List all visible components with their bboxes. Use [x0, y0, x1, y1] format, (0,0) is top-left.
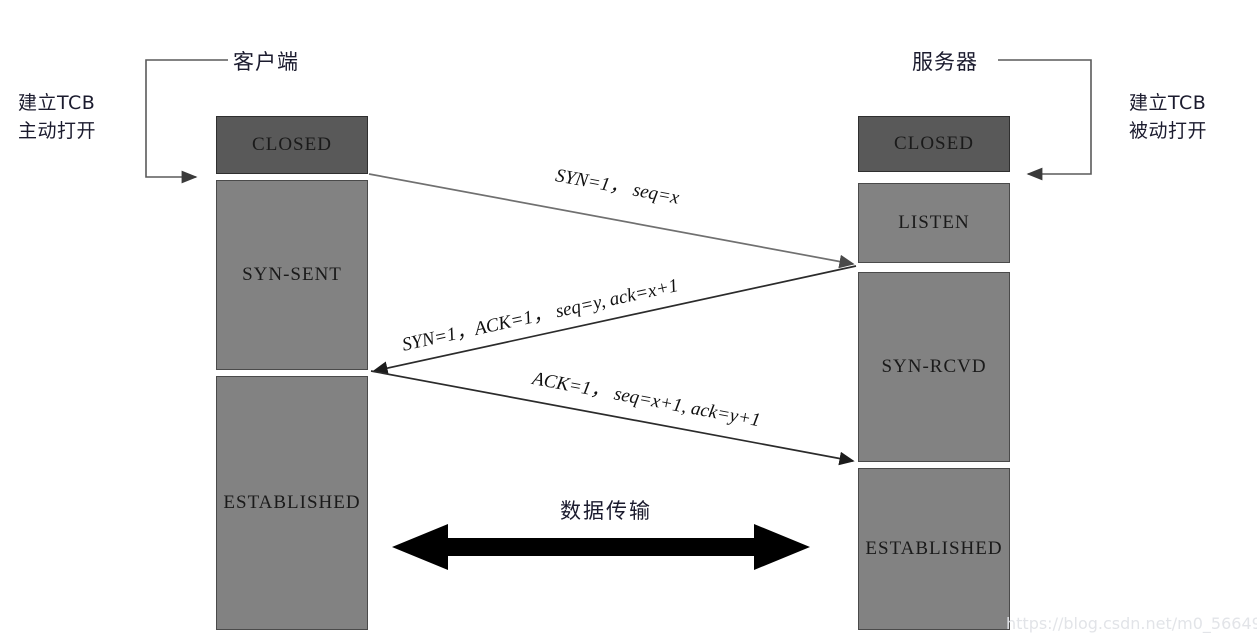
client-state-closed[interactable]: CLOSED	[216, 116, 368, 174]
client-column-title: 客户端	[233, 50, 299, 74]
server-state-syn-rcvd[interactable]: SYN-RCVD	[858, 272, 1010, 462]
message-label-ack: ACK=1， seq=x+1, ack=y+1	[530, 368, 762, 432]
server-state-established[interactable]: ESTABLISHED	[858, 468, 1010, 630]
message-label-syn: SYN=1， seq=x	[553, 165, 681, 209]
server-state-closed-label: CLOSED	[894, 133, 974, 154]
server-connector	[998, 59, 1092, 181]
tcp-handshake-diagram: CLOSED SYN-SENT ESTABLISHED CLOSED LISTE…	[0, 0, 1257, 643]
server-state-syn-rcvd-label: SYN-RCVD	[881, 356, 987, 377]
server-state-listen[interactable]: LISTEN	[858, 183, 1010, 263]
client-state-syn-sent[interactable]: SYN-SENT	[216, 180, 368, 370]
message-arrow-syn-ack	[372, 265, 857, 375]
data-transfer-arrow	[392, 524, 810, 570]
client-state-established[interactable]: ESTABLISHED	[216, 376, 368, 630]
arrow-layer	[145, 59, 1092, 570]
server-state-established-label: ESTABLISHED	[865, 538, 1003, 559]
note-left-line2: 主动打开	[18, 119, 97, 142]
note-left-line1: 建立TCB	[18, 92, 96, 114]
server-column-title: 服务器	[912, 50, 978, 74]
note-right-line2: 被动打开	[1129, 119, 1208, 142]
note-left-active-open: 建立TCB 主动打开	[18, 90, 96, 145]
client-state-established-label: ESTABLISHED	[223, 492, 361, 513]
client-state-closed-label: CLOSED	[252, 134, 332, 155]
note-right-line1: 建立TCB	[1129, 92, 1207, 114]
server-state-closed[interactable]: CLOSED	[858, 116, 1010, 172]
data-transfer-label: 数据传输	[560, 499, 652, 523]
message-label-syn-ack: SYN=1，ACK=1， seq=y, ack=x+1	[400, 275, 681, 356]
client-state-syn-sent-label: SYN-SENT	[242, 264, 342, 285]
note-right-passive-open: 建立TCB 被动打开	[1129, 90, 1207, 145]
watermark: https://blog.csdn.net/m0_56649557	[1006, 614, 1257, 633]
server-state-listen-label: LISTEN	[898, 212, 970, 233]
